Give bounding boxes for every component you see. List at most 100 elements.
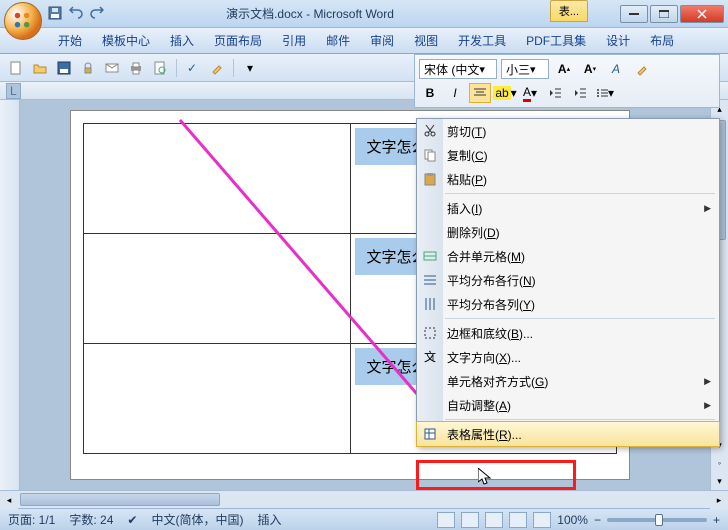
- menu-item[interactable]: 单元格对齐方式(G)▶: [417, 369, 719, 393]
- tab-review[interactable]: 审阅: [360, 28, 404, 53]
- menu-item[interactable]: 文文字方向(X)...: [417, 345, 719, 369]
- tab-view[interactable]: 视图: [404, 28, 448, 53]
- menu-item[interactable]: 插入(I) ▶: [417, 196, 719, 220]
- tab-mailings[interactable]: 邮件: [316, 28, 360, 53]
- dropdown-icon[interactable]: ▾: [240, 58, 260, 78]
- quick-access-toolbar: [46, 4, 106, 22]
- scroll-right-icon[interactable]: ▸: [710, 491, 728, 509]
- copy-icon: [421, 146, 439, 164]
- outline-view-icon[interactable]: [509, 512, 527, 528]
- office-button[interactable]: [4, 2, 42, 40]
- menu-item[interactable]: 粘贴(P): [417, 167, 719, 191]
- zoom-in-icon[interactable]: +: [713, 513, 720, 527]
- menu-item[interactable]: 平均分布各行(N): [417, 268, 719, 292]
- grow-font-icon[interactable]: A▴: [553, 59, 575, 79]
- save-icon[interactable]: [54, 58, 74, 78]
- menu-item[interactable]: 合并单元格(M): [417, 244, 719, 268]
- vertical-ruler[interactable]: [0, 100, 20, 490]
- brush-icon[interactable]: [207, 58, 227, 78]
- submenu-arrow-icon: ▶: [704, 203, 711, 214]
- font-select[interactable]: 宋体 (中文 ▾: [419, 59, 497, 79]
- draft-view-icon[interactable]: [533, 512, 551, 528]
- table-cell[interactable]: [84, 344, 351, 454]
- status-spellcheck-icon[interactable]: ✔: [127, 513, 137, 527]
- menu-item-label: 边框和底纹(B)...: [447, 325, 533, 342]
- prev-page-icon[interactable]: ◦: [711, 454, 728, 472]
- horizontal-scrollbar[interactable]: ◂ ▸: [0, 490, 728, 508]
- menu-item-label: 表格属性(R)...: [447, 426, 522, 443]
- undo-icon[interactable]: [67, 4, 85, 22]
- props-icon: [421, 425, 439, 443]
- bullets-icon[interactable]: ▾: [594, 83, 616, 103]
- table-cell[interactable]: [84, 234, 351, 344]
- menu-item-label: 合并单元格(M): [447, 248, 525, 265]
- status-language[interactable]: 中文(简体，中国): [151, 511, 243, 528]
- status-page[interactable]: 页面: 1/1: [8, 511, 55, 528]
- menu-item[interactable]: 删除列(D): [417, 220, 719, 244]
- spellcheck-icon[interactable]: ✓: [183, 58, 203, 78]
- svg-text:文: 文: [424, 350, 436, 364]
- svg-text:✓: ✓: [187, 61, 197, 75]
- permission-icon[interactable]: [78, 58, 98, 78]
- tab-pdf[interactable]: PDF工具集: [516, 28, 596, 53]
- styles-icon[interactable]: A: [605, 59, 627, 79]
- save-icon[interactable]: [46, 4, 64, 22]
- menu-item-label: 平均分布各列(Y): [447, 296, 535, 313]
- paste-icon: [421, 170, 439, 188]
- tab-design[interactable]: 设计: [596, 28, 640, 53]
- italic-icon[interactable]: I: [444, 83, 466, 103]
- separator: [176, 59, 177, 77]
- scroll-thumb-h[interactable]: [20, 493, 220, 506]
- zoom-slider[interactable]: [607, 518, 707, 522]
- highlight-icon[interactable]: ab▾: [494, 83, 516, 103]
- tab-insert[interactable]: 插入: [160, 28, 204, 53]
- tab-layout[interactable]: 布局: [640, 28, 684, 53]
- menu-item-label: 插入(I): [447, 200, 482, 217]
- print-layout-view-icon[interactable]: [437, 512, 455, 528]
- decrease-indent-icon[interactable]: [544, 83, 566, 103]
- fullscreen-view-icon[interactable]: [461, 512, 479, 528]
- redo-icon[interactable]: [88, 4, 106, 22]
- preview-icon[interactable]: [150, 58, 170, 78]
- menu-item[interactable]: 表格属性(R)...: [417, 422, 719, 446]
- shrink-font-icon[interactable]: A▾: [579, 59, 601, 79]
- tab-pagelayout[interactable]: 页面布局: [204, 28, 272, 53]
- fontsize-select[interactable]: 小三 ▾: [501, 59, 549, 79]
- bold-icon[interactable]: B: [419, 83, 441, 103]
- status-words[interactable]: 字数: 24: [69, 511, 113, 528]
- borders-icon: [421, 324, 439, 342]
- mail-icon[interactable]: [102, 58, 122, 78]
- maximize-button[interactable]: [650, 5, 678, 23]
- status-mode[interactable]: 插入: [257, 511, 281, 528]
- menu-item[interactable]: 剪切(T): [417, 119, 719, 143]
- distrow-icon: [421, 271, 439, 289]
- align-center-icon[interactable]: [469, 83, 491, 103]
- menu-item[interactable]: 平均分布各列(Y): [417, 292, 719, 316]
- font-size-value: 小三: [506, 61, 530, 78]
- tab-developer[interactable]: 开发工具: [448, 28, 516, 53]
- print-icon[interactable]: [126, 58, 146, 78]
- zoom-thumb[interactable]: [655, 514, 663, 526]
- zoom-out-icon[interactable]: −: [594, 513, 601, 527]
- scroll-left-icon[interactable]: ◂: [0, 491, 18, 509]
- increase-indent-icon[interactable]: [569, 83, 591, 103]
- submenu-arrow-icon: ▶: [704, 400, 711, 411]
- font-color-icon[interactable]: A▾: [519, 83, 541, 103]
- close-button[interactable]: [680, 5, 724, 23]
- context-menu: 剪切(T)复制(C)粘贴(P) 插入(I) ▶ 删除列(D) 合并单元格(M) 平均分布各…: [416, 118, 720, 447]
- format-painter-icon[interactable]: [631, 59, 653, 79]
- tab-home[interactable]: 开始: [48, 28, 92, 53]
- menu-item[interactable]: 自动调整(A)▶: [417, 393, 719, 417]
- web-view-icon[interactable]: [485, 512, 503, 528]
- menu-item[interactable]: 复制(C): [417, 143, 719, 167]
- tab-templates[interactable]: 模板中心: [92, 28, 160, 53]
- next-page-icon[interactable]: ▾: [711, 472, 728, 490]
- menu-item[interactable]: 边框和底纹(B)...: [417, 321, 719, 345]
- open-icon[interactable]: [30, 58, 50, 78]
- tab-references[interactable]: 引用: [272, 28, 316, 53]
- cut-icon: [421, 122, 439, 140]
- new-icon[interactable]: [6, 58, 26, 78]
- zoom-level[interactable]: 100%: [557, 513, 588, 527]
- minimize-button[interactable]: [620, 5, 648, 23]
- table-cell[interactable]: [84, 124, 351, 234]
